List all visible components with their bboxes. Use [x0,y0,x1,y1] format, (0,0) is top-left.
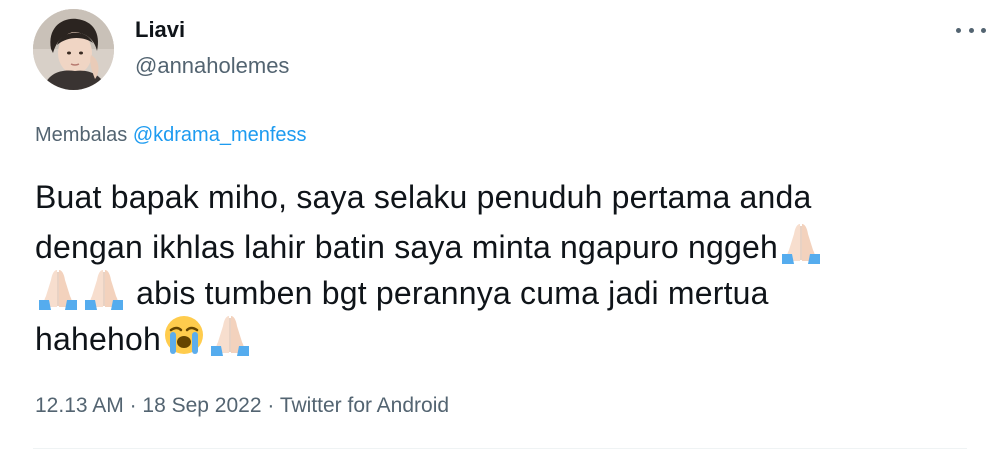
tweet-line-2-text: dengan ikhlas lahir batin saya minta nga… [35,229,778,265]
folded-hands-emoji [778,220,824,266]
more-dot [968,27,974,33]
user-handle[interactable]: @annaholemes [135,52,289,80]
tweet-line-3: abis tumben bgt perannya cuma jadi mertu… [35,266,985,312]
user-info: Liavi @annaholemes [135,16,289,80]
more-options-button[interactable] [956,20,986,40]
tweet-line-4: hahehoh [35,312,985,358]
reply-mention-link[interactable]: @kdrama_menfess [133,124,307,146]
tweet-line-2: dengan ikhlas lahir batin saya minta nga… [35,220,985,266]
tweet-card: Liavi @annaholemes Membalas @kdrama_menf… [0,0,1000,459]
reply-prefix: Membalas [35,124,128,146]
tweet-line-1: Buat bapak miho, saya selaku penuduh per… [35,174,985,220]
reply-context: Membalas @kdrama_menfess [35,122,307,148]
tweet-line-3-text: abis tumben bgt perannya cuma jadi mertu… [127,275,769,311]
folded-hands-emoji [207,312,253,358]
meta-separator: · [123,394,143,417]
avatar[interactable] [33,9,114,90]
display-name[interactable]: Liavi [135,16,289,44]
tweet-time[interactable]: 12.13 AM [35,394,124,417]
more-dot [981,27,986,33]
meta-separator: · [261,394,280,417]
tweet-line-4-text: hahehoh [35,321,161,357]
tweet-date[interactable]: 18 Sep 2022 [142,394,261,417]
tweet-source[interactable]: Twitter for Android [280,394,449,417]
tweet-line-1-text: Buat bapak miho, saya selaku penuduh per… [35,179,812,215]
folded-hands-emoji [81,266,127,312]
profile-photo-icon [33,9,114,90]
tweet-text: Buat bapak miho, saya selaku penuduh per… [35,174,985,358]
folded-hands-emoji [35,266,81,312]
tweet-meta: 12.13 AM · 18 Sep 2022 · Twitter for And… [35,393,449,419]
divider [33,448,967,449]
crying-face-emoji [161,312,207,358]
more-horizontal-icon [956,27,961,33]
